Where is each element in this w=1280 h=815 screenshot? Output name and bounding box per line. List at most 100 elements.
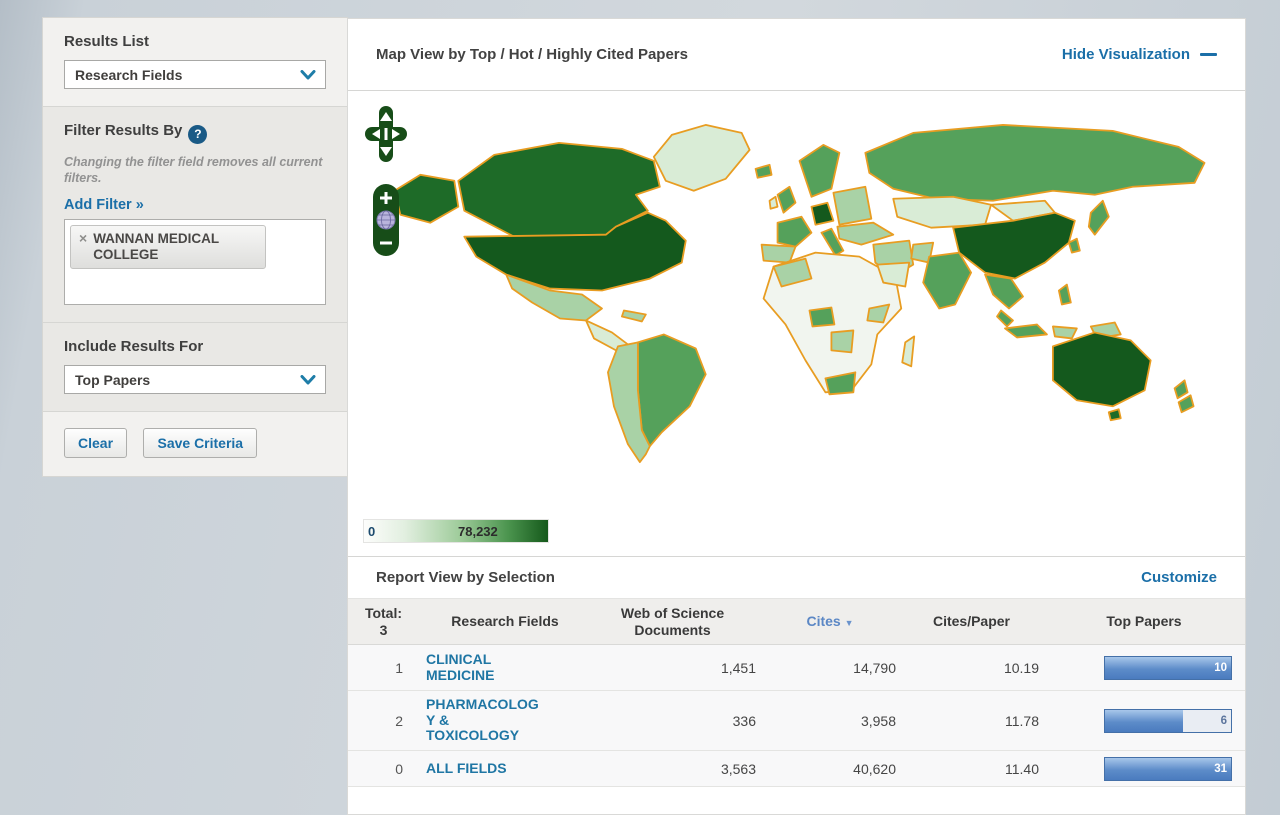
row-rank: 0 [348, 761, 425, 777]
country-australia [1053, 332, 1151, 406]
minimize-dash-icon [1200, 53, 1217, 56]
top-papers-bar: 10 [1104, 656, 1232, 680]
country-scandinavia [799, 145, 839, 197]
country-kazakhstan [893, 197, 991, 228]
zoom-out-icon[interactable] [380, 242, 392, 245]
column-header-cites-paper[interactable]: Cites/Paper [900, 613, 1043, 630]
results-list-selected-value: Research Fields [75, 67, 182, 83]
map-title: Map View by Top / Hot / Highly Cited Pap… [376, 46, 688, 63]
filter-chip: × WANNAN MEDICAL COLLEGE [70, 225, 266, 269]
cites-per-paper-value: 11.40 [900, 761, 1043, 777]
country-turkey [837, 223, 893, 245]
map-area: 0 78,232 [348, 91, 1245, 557]
top-papers-cell: 6 [1043, 709, 1245, 733]
map-zoom-control[interactable] [372, 183, 400, 257]
top-papers-value: 6 [1221, 715, 1227, 727]
active-filters-box: × WANNAN MEDICAL COLLEGE [64, 219, 326, 305]
research-field-link[interactable]: ALL FIELDS [426, 761, 579, 777]
save-criteria-button[interactable]: Save Criteria [143, 428, 257, 458]
column-header-top-papers[interactable]: Top Papers [1043, 613, 1245, 630]
wos-documents-value: 336 [585, 713, 760, 729]
sidebar: Results List Research Fields Filter Resu… [42, 18, 348, 477]
table-row: 2 PHARMACOLOGY &TOXICOLOGY 336 3,958 11.… [348, 691, 1245, 751]
research-field-link[interactable]: PHARMACOLOGY &TOXICOLOGY [426, 697, 579, 744]
hide-visualization-link[interactable]: Hide Visualization [1062, 46, 1217, 63]
legend-max-value: 78,232 [458, 524, 498, 539]
country-greenland [654, 125, 750, 191]
country-indochina [985, 275, 1023, 309]
country-new-zealand-south [1179, 395, 1194, 412]
filter-heading: Filter Results By? [64, 122, 326, 144]
country-germany [811, 203, 833, 225]
include-results-selected-value: Top Papers [75, 372, 150, 388]
results-list-section: Results List Research Fields [42, 17, 348, 107]
cites-value: 3,958 [760, 713, 900, 729]
chevron-down-icon [300, 70, 316, 80]
cites-per-paper-value: 11.78 [900, 713, 1043, 729]
column-header-research-fields[interactable]: Research Fields [425, 613, 585, 630]
customize-link[interactable]: Customize [1141, 569, 1217, 586]
filter-section: Filter Results By? Changing the filter f… [42, 106, 348, 323]
country-brazil [638, 334, 706, 446]
map-pan-control[interactable] [364, 105, 408, 163]
top-papers-bar: 6 [1104, 709, 1232, 733]
country-japan [1089, 201, 1109, 235]
country-caribbean [622, 310, 646, 321]
top-papers-cell: 10 [1043, 656, 1245, 680]
help-icon[interactable]: ? [188, 125, 207, 144]
top-papers-value: 10 [1214, 662, 1227, 674]
country-madagascar [902, 336, 914, 366]
country-russia [865, 125, 1204, 201]
country-tasmania [1109, 409, 1121, 420]
world-map[interactable] [354, 95, 1238, 519]
filter-note: Changing the filter field removes all cu… [64, 154, 326, 187]
country-iceland [756, 165, 772, 178]
report-header: Report View by Selection Customize [348, 557, 1245, 599]
criteria-buttons-section: Clear Save Criteria [42, 411, 348, 477]
clear-button[interactable]: Clear [64, 428, 127, 458]
esi-app: Results List Research Fields Filter Resu… [42, 18, 1246, 815]
sort-desc-icon: ▼ [845, 618, 854, 628]
cites-value: 40,620 [760, 761, 900, 777]
map-legend: 0 78,232 [363, 519, 549, 543]
country-indonesia-east [1053, 326, 1077, 338]
wos-documents-value: 3,563 [585, 761, 760, 777]
results-list-select[interactable]: Research Fields [64, 60, 326, 89]
country-india [923, 253, 971, 309]
top-papers-bar: 31 [1104, 757, 1232, 781]
report-table: Total: 3 Research Fields Web of Science … [348, 599, 1245, 787]
column-header-total: Total: 3 [348, 605, 425, 639]
globe-icon[interactable] [377, 211, 395, 229]
table-row: 1 CLINICALMEDICINE 1,451 14,790 10.19 10 [348, 645, 1245, 691]
table-header-row: Total: 3 Research Fields Web of Science … [348, 599, 1245, 645]
main-panel: Map View by Top / Hot / Highly Cited Pap… [347, 18, 1246, 815]
country-philippines [1059, 285, 1071, 305]
country-drc [831, 330, 853, 352]
table-row: 0 ALL FIELDS 3,563 40,620 11.40 31 [348, 751, 1245, 787]
column-header-cites-sorted[interactable]: Cites ▼ [760, 613, 900, 630]
top-papers-value: 31 [1214, 763, 1227, 775]
research-field-link[interactable]: CLINICALMEDICINE [426, 652, 579, 683]
column-header-wos-documents[interactable]: Web of Science Documents [585, 605, 760, 639]
country-france [778, 217, 812, 247]
country-eastern-europe [833, 187, 871, 225]
country-indonesia [1005, 324, 1047, 337]
pan-center-icon [385, 128, 388, 140]
chevron-down-icon [300, 375, 316, 385]
include-results-heading: Include Results For [64, 338, 326, 355]
filter-chip-label: WANNAN MEDICAL COLLEGE [93, 231, 253, 262]
include-results-section: Include Results For Top Papers [42, 322, 348, 412]
add-filter-link[interactable]: Add Filter » [64, 197, 144, 213]
remove-filter-icon[interactable]: × [79, 231, 87, 246]
country-new-zealand-north [1175, 380, 1188, 398]
country-uk [778, 187, 796, 213]
country-korea [1069, 239, 1080, 253]
cites-value: 14,790 [760, 660, 900, 676]
legend-min-value: 0 [368, 524, 375, 539]
include-results-select[interactable]: Top Papers [64, 365, 326, 394]
country-malaysia [997, 310, 1013, 326]
wos-documents-value: 1,451 [585, 660, 760, 676]
report-title: Report View by Selection [376, 569, 555, 586]
country-spain [762, 245, 796, 263]
country-nigeria [809, 307, 834, 326]
